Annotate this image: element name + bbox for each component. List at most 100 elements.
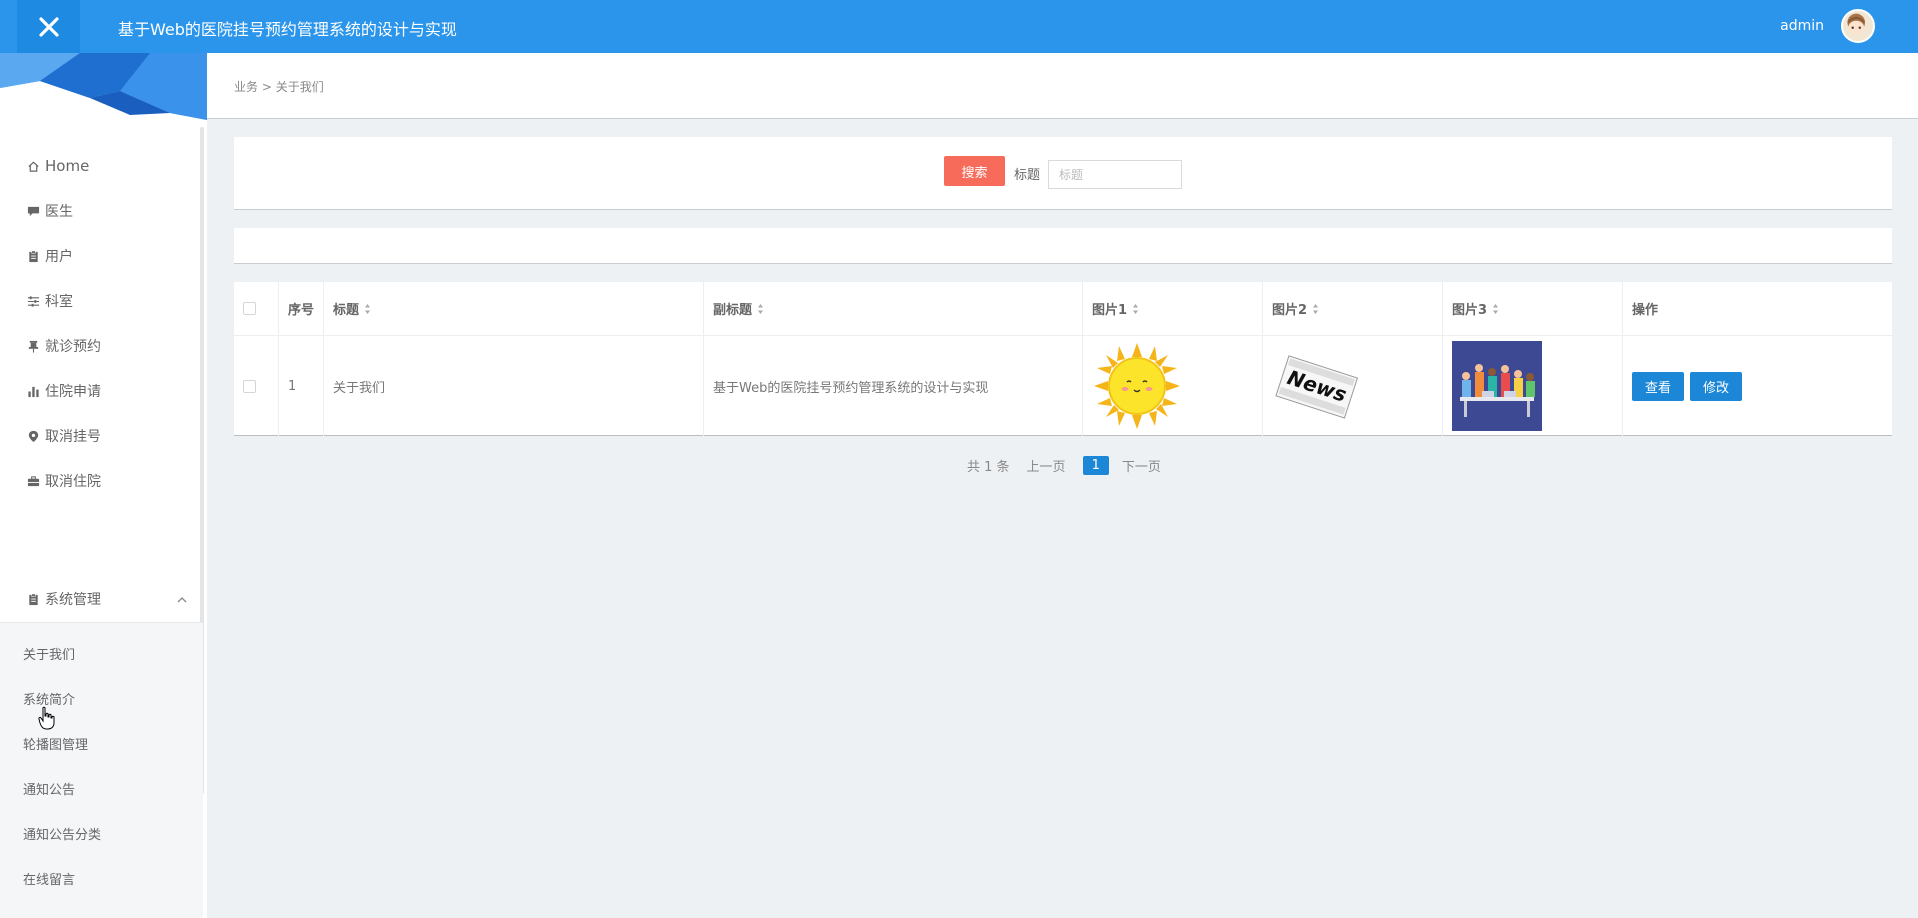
- row-checkbox[interactable]: [243, 379, 256, 393]
- breadcrumb-separator: >: [261, 80, 272, 94]
- sidebar-item-label: Home: [45, 157, 90, 175]
- pagination: 共 1 条 上一页 1 下一页: [967, 454, 1178, 476]
- breadcrumb: 业务 > 关于我们: [234, 78, 324, 95]
- sidebar-item-label: 就诊预约: [45, 339, 101, 355]
- submenu-item-notice-category[interactable]: 通知公告分类: [23, 824, 101, 843]
- comment-icon: [26, 204, 40, 218]
- sun-image[interactable]: [1092, 341, 1182, 431]
- header-subtitle[interactable]: 副标题: [713, 282, 764, 335]
- search-panel: 搜索 标题: [234, 137, 1892, 210]
- search-button[interactable]: 搜索: [944, 156, 1005, 186]
- system-management-submenu: 关于我们 系统简介 轮播图管理 通知公告 通知公告分类 在线留言: [0, 622, 203, 918]
- view-button[interactable]: 查看: [1632, 371, 1685, 401]
- header-image2[interactable]: 图片2: [1272, 282, 1319, 335]
- header-label: 图片1: [1092, 303, 1128, 318]
- column-divider: [1082, 282, 1083, 436]
- select-all-checkbox[interactable]: [243, 302, 256, 315]
- data-table: 序号 标题 副标题 图片1 图片2 图片3 操作 1 关于我们 基于Web的医院…: [234, 282, 1892, 436]
- sort-icon[interactable]: [1132, 303, 1139, 315]
- home-icon: [26, 159, 40, 173]
- user-name[interactable]: admin: [1780, 18, 1824, 34]
- sort-icon[interactable]: [1312, 303, 1319, 315]
- edit-button[interactable]: 修改: [1690, 371, 1743, 401]
- sidebar-item-user[interactable]: 用户: [26, 244, 73, 268]
- hand-cursor-icon: [38, 706, 55, 730]
- submenu-item-carousel[interactable]: 轮播图管理: [23, 734, 88, 753]
- sort-icon[interactable]: [364, 303, 371, 315]
- sidebar-item-hospitalization[interactable]: 住院申请: [26, 379, 101, 403]
- breadcrumb-parent[interactable]: 业务: [234, 80, 258, 94]
- news-image[interactable]: News: [1272, 341, 1362, 431]
- column-divider: [1622, 282, 1623, 436]
- header-label: 操作: [1632, 303, 1659, 318]
- title-search-input[interactable]: [1048, 160, 1182, 189]
- submenu-item-message[interactable]: 在线留言: [23, 869, 75, 888]
- header-image1[interactable]: 图片1: [1092, 282, 1139, 335]
- toolbar-panel: [234, 228, 1892, 264]
- sidebar-banner: [0, 53, 207, 120]
- sidebar-item-label: 取消挂号: [45, 429, 101, 445]
- header-label: 副标题: [713, 303, 753, 318]
- sliders-icon: [26, 294, 40, 308]
- cell-index: 1: [288, 378, 297, 394]
- pagination-total: 共 1 条: [967, 459, 1010, 475]
- chevron-up-icon[interactable]: [175, 593, 189, 607]
- sidebar-item-system-management[interactable]: 系统管理: [26, 587, 101, 611]
- sidebar-item-cancel-registration[interactable]: 取消挂号: [26, 424, 101, 448]
- header-label: 图片2: [1272, 303, 1308, 318]
- cell-image1: [1092, 336, 1182, 436]
- location-icon: [26, 429, 40, 443]
- header-title[interactable]: 标题: [333, 282, 371, 335]
- header-image3[interactable]: 图片3: [1452, 282, 1499, 335]
- pagination-next[interactable]: 下一页: [1122, 456, 1161, 475]
- header-actions: 操作: [1632, 282, 1658, 335]
- breadcrumb-bar: 业务 > 关于我们: [207, 53, 1918, 119]
- column-divider: [1262, 282, 1263, 436]
- clipboard-icon: [26, 592, 40, 606]
- sidebar-item-label: 医生: [45, 204, 73, 220]
- column-divider: [278, 282, 279, 436]
- submenu-item-about-us[interactable]: 关于我们: [23, 644, 75, 663]
- sort-icon[interactable]: [757, 303, 764, 315]
- briefcase-icon: [26, 474, 40, 488]
- select-all-cell: [243, 282, 256, 335]
- bar-chart-icon: [26, 384, 40, 398]
- breadcrumb-current: 关于我们: [275, 80, 324, 94]
- submenu-item-notice[interactable]: 通知公告: [23, 779, 75, 798]
- sidebar-item-appointment[interactable]: 就诊预约: [26, 334, 101, 358]
- sidebar-item-label: 系统管理: [45, 592, 101, 608]
- avatar[interactable]: [1841, 9, 1875, 43]
- sidebar-item-department[interactable]: 科室: [26, 289, 73, 313]
- row-select-cell: [243, 336, 256, 436]
- sidebar-item-label: 用户: [45, 249, 73, 265]
- column-divider: [1442, 282, 1443, 436]
- sidebar-item-label: 科室: [45, 294, 73, 310]
- cell-image3: [1452, 336, 1542, 436]
- sort-icon[interactable]: [1492, 303, 1499, 315]
- header-index: 序号: [288, 282, 314, 335]
- cell-title: 关于我们: [333, 380, 386, 396]
- column-divider: [323, 282, 324, 436]
- app-title: 基于Web的医院挂号预约管理系统的设计与实现: [118, 20, 457, 39]
- close-sidebar-button[interactable]: [17, 0, 80, 53]
- header-label: 标题: [333, 303, 360, 318]
- sidebar-item-cancel-hospitalization[interactable]: 取消住院: [26, 469, 101, 493]
- pagination-prev[interactable]: 上一页: [1027, 456, 1066, 475]
- pagination-current-page[interactable]: 1: [1082, 455, 1109, 475]
- search-field-label: 标题: [1014, 168, 1041, 183]
- clipboard-icon: [26, 249, 40, 263]
- sidebar-item-doctor[interactable]: 医生: [26, 199, 73, 223]
- cell-subtitle: 基于Web的医院挂号预约管理系统的设计与实现: [713, 380, 989, 396]
- sidebar-item-home[interactable]: Home: [26, 154, 89, 178]
- sidebar-item-label: 住院申请: [45, 384, 101, 400]
- cell-image2: News: [1272, 336, 1362, 436]
- top-bar: 基于Web的医院挂号预约管理系统的设计与实现 admin: [0, 0, 1918, 53]
- header-label: 序号: [288, 303, 315, 318]
- sidebar-item-label: 取消住院: [45, 474, 101, 490]
- column-divider: [703, 282, 704, 436]
- header-label: 图片3: [1452, 303, 1488, 318]
- people-image[interactable]: [1452, 341, 1542, 431]
- cell-actions: 查看 修改: [1632, 336, 1748, 436]
- sidebar: Home 医生 用户 科室 就诊预约 住院申请 取消挂号 取消住院 系统管理 关…: [0, 53, 207, 918]
- close-icon: [38, 16, 59, 37]
